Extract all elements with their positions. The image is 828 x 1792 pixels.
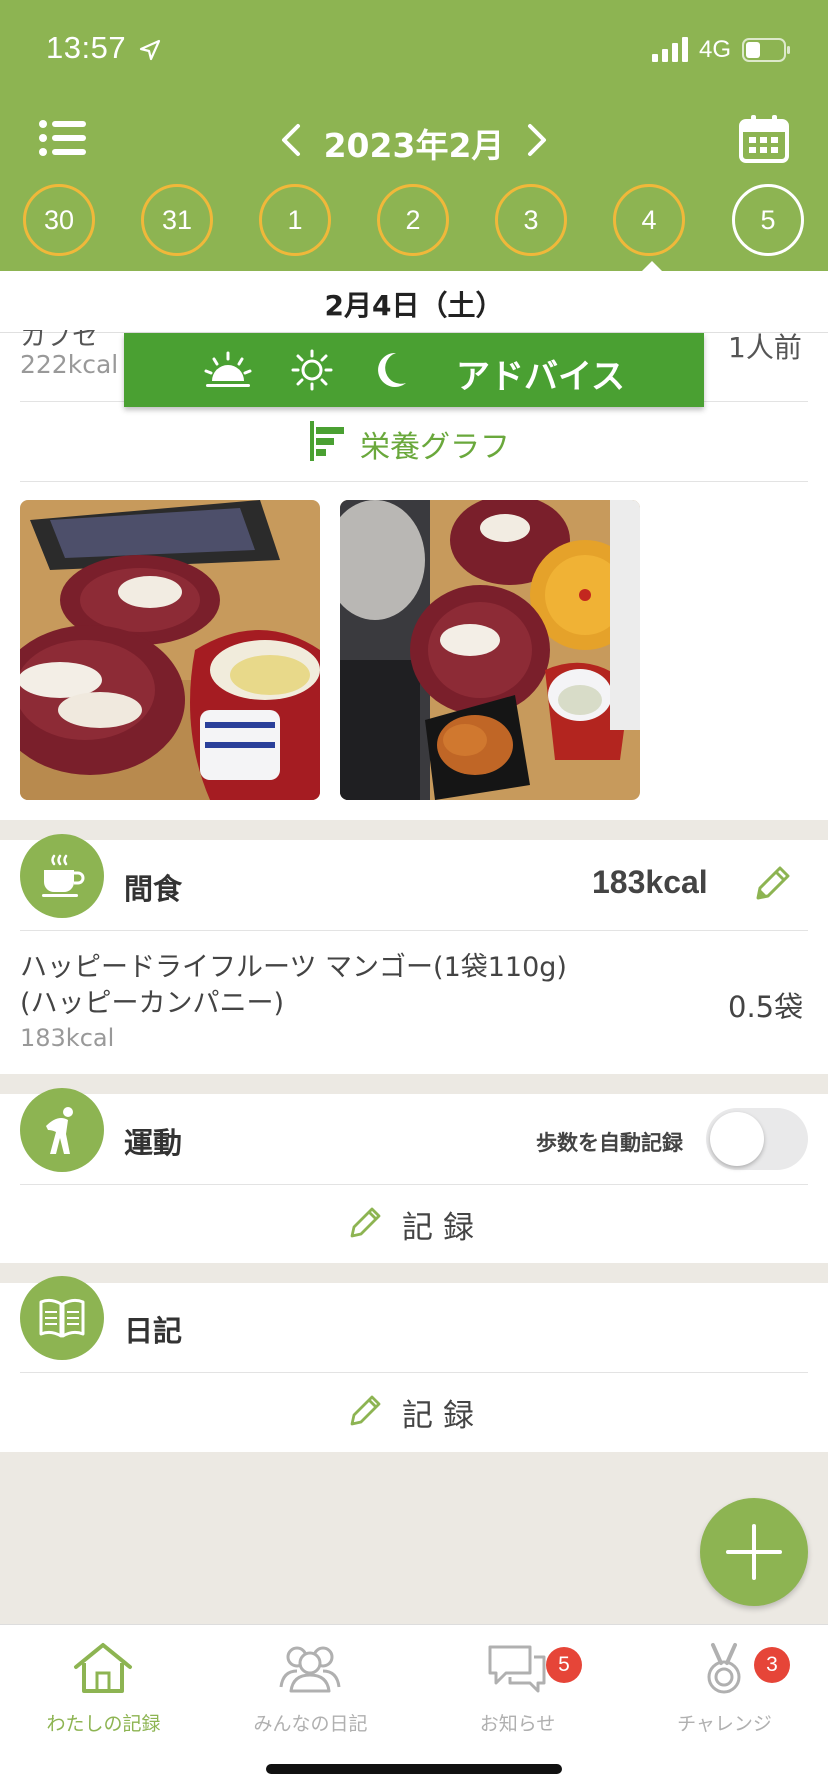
tab-challenge[interactable]: 3 チャレンジ	[621, 1641, 828, 1741]
day-4[interactable]: 4	[613, 184, 685, 256]
sunrise-icon[interactable]	[204, 349, 252, 391]
day-1[interactable]: 1	[259, 184, 331, 256]
day-30[interactable]: 30	[23, 184, 95, 256]
exercise-stretch-icon	[20, 1088, 104, 1172]
section-separator	[0, 820, 828, 840]
section-separator	[0, 1263, 828, 1283]
nutrition-graph-button[interactable]: 栄養グラフ	[360, 422, 510, 466]
day-31[interactable]: 31	[141, 184, 213, 256]
section-separator	[0, 1074, 828, 1094]
selected-date-label: 2月4日（土）	[324, 289, 504, 322]
record-label: 記録	[402, 1398, 484, 1434]
location-arrow-icon	[139, 39, 161, 61]
divider	[20, 1184, 808, 1185]
snack-item-quantity: 0.5袋	[728, 990, 804, 1024]
divider	[20, 481, 808, 482]
diary-record-button[interactable]: 記録	[348, 1388, 488, 1438]
network-type: 4G	[699, 36, 732, 63]
divider	[20, 930, 808, 931]
tab-everyone-diary[interactable]: みんなの日記	[207, 1641, 414, 1741]
snack-item-kcal: 183kcal	[20, 1024, 115, 1052]
app-header: 13:57 4G 2023年2月 30 31 1 2 3 4 5	[0, 0, 828, 271]
battery-icon	[742, 38, 790, 62]
add-button[interactable]	[700, 1498, 808, 1606]
chat-icon	[488, 1645, 546, 1693]
divider	[20, 1372, 808, 1373]
bar-graph-icon[interactable]	[310, 421, 346, 461]
tab-my-records[interactable]: わたしの記録	[0, 1641, 207, 1741]
meal-photo[interactable]	[20, 500, 320, 800]
snack-item-name[interactable]: ハッピードライフルーツ マンゴー(1袋110g) (ハッピーカンパニー)	[20, 950, 567, 1022]
day-5-today[interactable]: 5	[732, 184, 804, 256]
pencil-icon	[350, 1395, 381, 1426]
medal-icon	[707, 1643, 741, 1694]
month-title: 2023年2月	[323, 126, 505, 165]
home-icon	[74, 1643, 132, 1693]
tab-label: チャレンジ	[677, 1713, 772, 1735]
meal-item-quantity: 1人前	[728, 331, 802, 364]
auto-steps-toggle[interactable]	[706, 1108, 808, 1170]
diary-title: 日記	[124, 1314, 183, 1348]
challenge-badge: 3	[754, 1647, 790, 1683]
tab-label: お知らせ	[479, 1713, 556, 1735]
snack-total-kcal: 183kcal	[592, 864, 708, 900]
snack-coffee-icon	[20, 834, 104, 918]
edit-pencil-icon[interactable]	[750, 862, 794, 906]
advice-label[interactable]: アドバイス	[456, 349, 625, 398]
menu-list-icon[interactable]	[38, 118, 88, 158]
tab-label: わたしの記録	[46, 1713, 161, 1735]
calendar-icon[interactable]	[738, 114, 790, 164]
auto-steps-label: 歩数を自動記録	[536, 1131, 683, 1155]
sun-icon[interactable]	[290, 349, 334, 391]
snack-item-name-line2: (ハッピーカンパニー)	[20, 988, 285, 1019]
people-icon	[279, 1646, 341, 1693]
exercise-record-button[interactable]: 記録	[348, 1200, 488, 1250]
moon-icon[interactable]	[374, 349, 410, 391]
day-3[interactable]: 3	[495, 184, 567, 256]
home-indicator	[266, 1764, 562, 1774]
snack-title: 間食	[124, 872, 183, 906]
prev-month-chevron-icon[interactable]	[276, 120, 306, 160]
snack-item-name-line1: ハッピードライフルーツ マンゴー(1袋110g)	[20, 952, 567, 983]
exercise-title: 運動	[124, 1126, 183, 1160]
meal-photo[interactable]	[340, 500, 640, 800]
meal-item-kcal: 222kcal	[20, 350, 119, 379]
plus-icon	[726, 1524, 782, 1580]
signal-icon	[652, 37, 688, 62]
tab-notices[interactable]: 5 お知らせ	[414, 1641, 621, 1741]
day-2[interactable]: 2	[377, 184, 449, 256]
next-month-chevron-icon[interactable]	[522, 120, 552, 160]
diary-book-icon	[20, 1276, 104, 1360]
notice-badge: 5	[546, 1647, 582, 1683]
record-label: 記録	[402, 1210, 484, 1246]
status-time: 13:57	[46, 30, 127, 65]
tab-label: みんなの日記	[253, 1713, 368, 1735]
toggle-knob	[710, 1112, 764, 1166]
pencil-icon	[350, 1207, 381, 1238]
